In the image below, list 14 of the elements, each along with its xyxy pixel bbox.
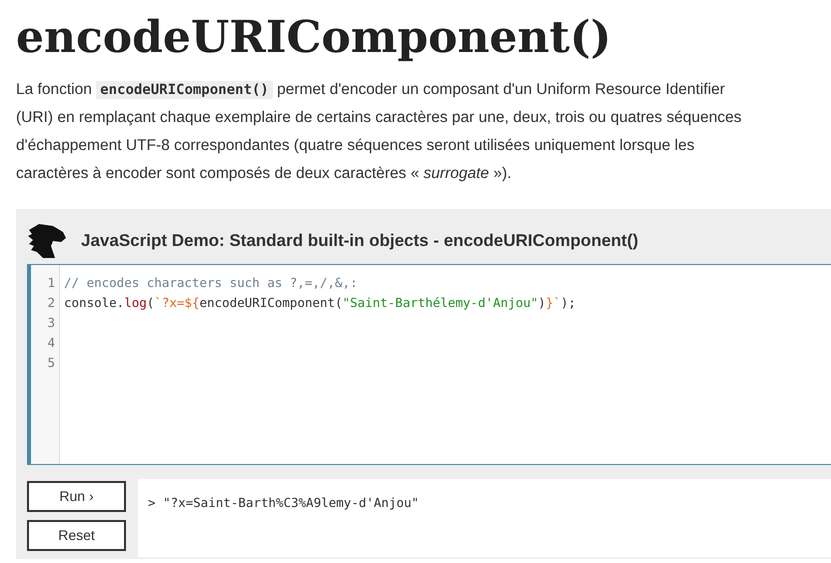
- line-number: 4: [46, 334, 55, 352]
- dinosaur-head-icon: [27, 222, 67, 260]
- line-number: 3: [46, 314, 55, 332]
- console-output: > "?x=Saint-Barth%C3%A9lemy-d'Anjou": [148, 495, 419, 510]
- reset-button[interactable]: Reset: [27, 520, 126, 551]
- page-title: encodeURIComponent(): [16, 11, 612, 65]
- line-number: 2: [46, 294, 55, 312]
- demo-title: JavaScript Demo: Standard built-in objects - encodeURIComponent(): [81, 230, 638, 252]
- code-line: // encodes characters such as ?,=,/,&,:: [64, 274, 358, 292]
- intro-paragraph: La fonction encodeURIComponent() permet d'encoder un composant d'un Uniform Resource Identifier (URI) en remplaçant chaque exemplaire de certains caractères par une, deux, trois ou quatres séquences d'échappement UTF-8 correspondantes (quatre séquences seront utilisées uniquement lorsque les caractères à encoder sont composés de deux caractères « surrogate »).: [16, 80, 742, 184]
- run-button[interactable]: Run ›: [27, 481, 126, 512]
- code-line: console.log(`?x=${encodeURIComponent("Saint-Barthélemy-d'Anjou")}`);: [64, 294, 576, 312]
- line-number: 1: [46, 274, 55, 292]
- line-number: 5: [46, 354, 55, 372]
